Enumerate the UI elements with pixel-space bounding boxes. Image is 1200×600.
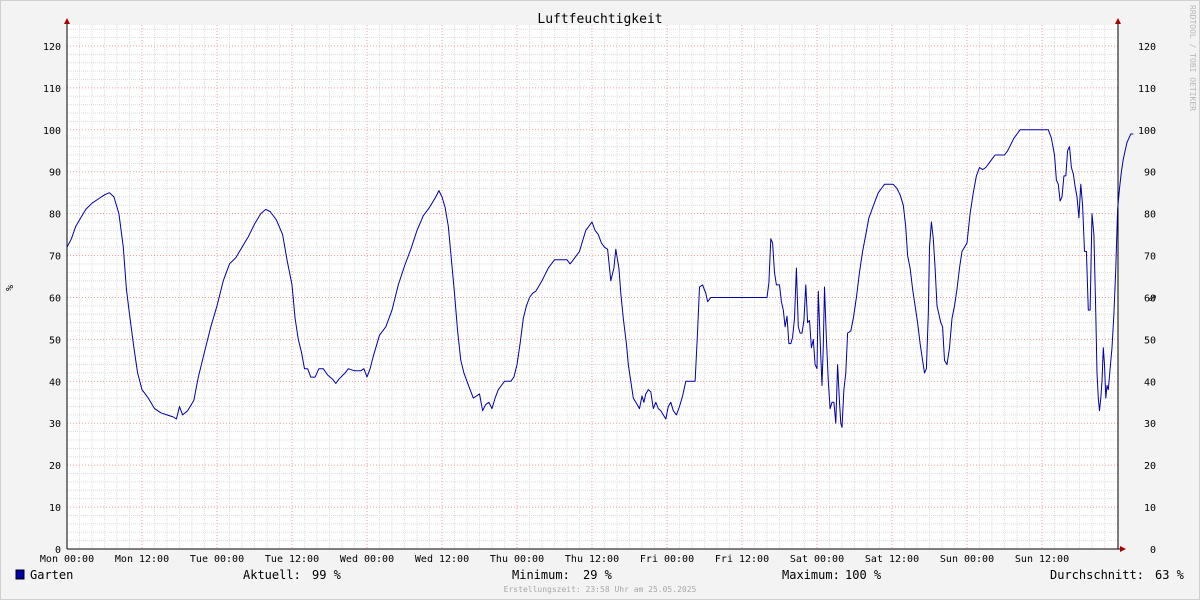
legend: Garten Aktuell: 99 % Minimum: 29 % Maxim… [15,568,1185,582]
x-tick-label: Wed 12:00 [415,554,469,565]
x-tick-label: Sat 12:00 [865,554,919,565]
stat-average-label: Durchschnitt: [1050,568,1144,582]
y-axis-label-right: % [1146,295,1157,301]
x-tick-label: Sun 12:00 [1015,554,1069,565]
stat-average-value: 63 % [1155,568,1185,582]
y-tick-label: 10 [1144,503,1156,514]
x-axis-arrow [1120,546,1126,552]
chart-title: Luftfeuchtigkeit [537,12,662,27]
x-tick-label: Wed 00:00 [340,554,394,565]
stat-maximum-label: Maximum: [782,568,840,582]
y-tick-label: 120 [43,42,61,53]
y-axis-left-arrow [64,18,70,24]
stat-minimum-value: 29 % [583,568,613,582]
x-tick-labels: Mon 00:00 Mon 12:00 Tue 00:00 Tue 12:00 Wed … [40,554,1069,565]
x-tick-label: Tue 12:00 [265,554,319,565]
x-tick-label: Sun 00:00 [940,554,994,565]
y-tick-label: 90 [49,168,61,179]
y-tick-label: 120 [1138,42,1156,53]
y-tick-label: 30 [1144,419,1156,430]
y-tick-label: 30 [49,419,61,430]
y-tick-label: 80 [1144,210,1156,221]
y-tick-label: 100 [43,126,61,137]
humidity-chart: 0102030405060708090100110120 01020304050… [5,5,1197,594]
x-tick-label: Fri 00:00 [640,554,694,565]
stat-current-value: 99 % [312,568,342,582]
y-tick-label: 110 [43,84,61,95]
x-tick-label: Tue 00:00 [190,554,244,565]
y-tick-label: 0 [1150,545,1156,556]
y-tick-label: 110 [1138,84,1156,95]
y-tick-labels-left: 0102030405060708090100110120 [43,42,61,556]
y-tick-label: 20 [1144,461,1156,472]
x-tick-label: Sat 00:00 [790,554,844,565]
legend-series-name: Garten [30,568,73,582]
footer-timestamp: Erstellungszeit: 23:58 Uhr am 25.05.2025 [504,585,697,594]
rrdtool-watermark: RRDTOOL / TOBI OETIKER [1188,5,1197,111]
y-axis-right-arrow [1115,18,1121,24]
y-tick-label: 50 [1144,335,1156,346]
y-tick-label: 70 [49,252,61,263]
stat-minimum-label: Minimum: [512,568,570,582]
y-tick-label: 60 [49,293,61,304]
y-tick-label: 100 [1138,126,1156,137]
stat-current-label: Aktuell: [243,568,301,582]
y-tick-label: 50 [49,335,61,346]
x-tick-label: Mon 00:00 [40,554,94,565]
legend-swatch [15,569,25,580]
x-tick-label: Thu 00:00 [490,554,544,565]
y-tick-label: 40 [49,377,61,388]
y-tick-label: 10 [49,503,61,514]
y-tick-label: 80 [49,210,61,221]
stat-maximum-value: 100 % [845,568,882,582]
x-tick-label: Thu 12:00 [565,554,619,565]
y-axis-label-left: % [5,285,16,291]
y-tick-label: 20 [49,461,61,472]
x-tick-label: Fri 12:00 [715,554,769,565]
y-tick-label: 70 [1144,252,1156,263]
y-tick-label: 90 [1144,168,1156,179]
y-tick-label: 40 [1144,377,1156,388]
x-tick-label: Mon 12:00 [115,554,169,565]
